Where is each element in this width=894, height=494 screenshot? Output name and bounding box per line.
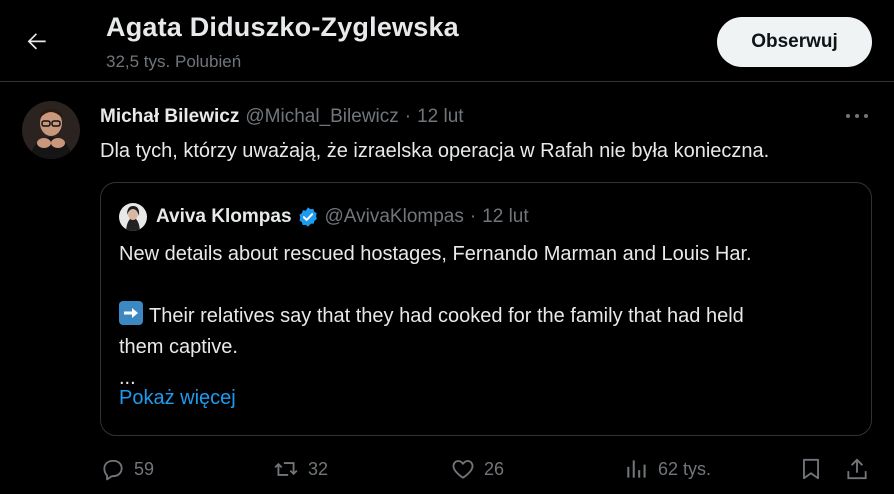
like-count: 26	[484, 458, 505, 479]
reply-icon	[103, 459, 123, 481]
quoted-line-1: New details about rescued hostages, Fern…	[119, 243, 752, 265]
repost-count: 32	[308, 458, 329, 479]
quoted-tweet-text: New details about rescued hostages, Fern…	[119, 239, 859, 394]
verified-badge-icon	[297, 206, 319, 228]
quoted-tweet[interactable]: Aviva Klompas @AvivaKlompas · 12 lut New…	[100, 182, 872, 436]
right-arrow-emoji-icon	[119, 301, 143, 325]
repost-icon	[274, 462, 298, 476]
tweet-actions: 59 32 26 62 tys.	[100, 452, 880, 486]
repost-button[interactable]: 32	[272, 452, 328, 486]
views-count: 62 tys.	[658, 458, 712, 479]
heart-icon	[452, 460, 474, 479]
profile-header: Agata Diduszko-Zyglewska 32,5 tys. Polub…	[0, 0, 894, 82]
bookmark-icon	[803, 458, 819, 480]
quoted-author-avatar	[119, 203, 147, 231]
quoted-author-handle[interactable]: @AvivaKlompas	[325, 206, 464, 228]
show-more-link[interactable]: Pokaż więcej	[119, 387, 236, 410]
likes-count: 32,5 tys. Polubień	[106, 52, 242, 71]
author-name[interactable]: Michał Bilewicz	[100, 106, 239, 128]
author-avatar[interactable]	[22, 101, 80, 159]
more-horizontal-icon	[846, 114, 868, 118]
quoted-tweet-timestamp[interactable]: 12 lut	[482, 206, 528, 228]
back-button[interactable]	[18, 22, 56, 60]
like-button[interactable]: 26	[450, 452, 504, 486]
quoted-tweet-header: Aviva Klompas @AvivaKlompas · 12 lut	[156, 204, 529, 230]
separator-dot: ·	[404, 106, 412, 127]
tweet-timestamp[interactable]: 12 lut	[417, 106, 463, 128]
views-button[interactable]: 62 tys.	[624, 452, 711, 486]
views-chart-icon	[627, 460, 646, 478]
author-handle[interactable]: @Michal_Bilewicz	[245, 106, 398, 128]
tweet-text: Dla tych, którzy uważają, że izraelska o…	[100, 140, 770, 162]
separator-dot: ·	[469, 206, 477, 227]
quoted-author-name[interactable]: Aviva Klompas	[156, 206, 292, 228]
arrow-left-icon	[27, 33, 46, 50]
profile-name: Agata Diduszko-Zyglewska	[106, 12, 459, 42]
more-options-button[interactable]	[842, 106, 872, 126]
reply-button[interactable]: 59	[100, 452, 154, 486]
bookmark-button[interactable]	[798, 452, 832, 486]
follow-button[interactable]: Obserwuj	[717, 17, 872, 67]
quoted-line-2: Their relatives say that they had cooked…	[119, 301, 859, 332]
share-button[interactable]	[844, 452, 878, 486]
quoted-line-3: them captive.	[119, 336, 238, 358]
reply-count: 59	[134, 458, 155, 479]
tweet-header: Michał Bilewicz @Michal_Bilewicz · 12 lu…	[100, 104, 464, 130]
share-icon	[847, 458, 867, 480]
